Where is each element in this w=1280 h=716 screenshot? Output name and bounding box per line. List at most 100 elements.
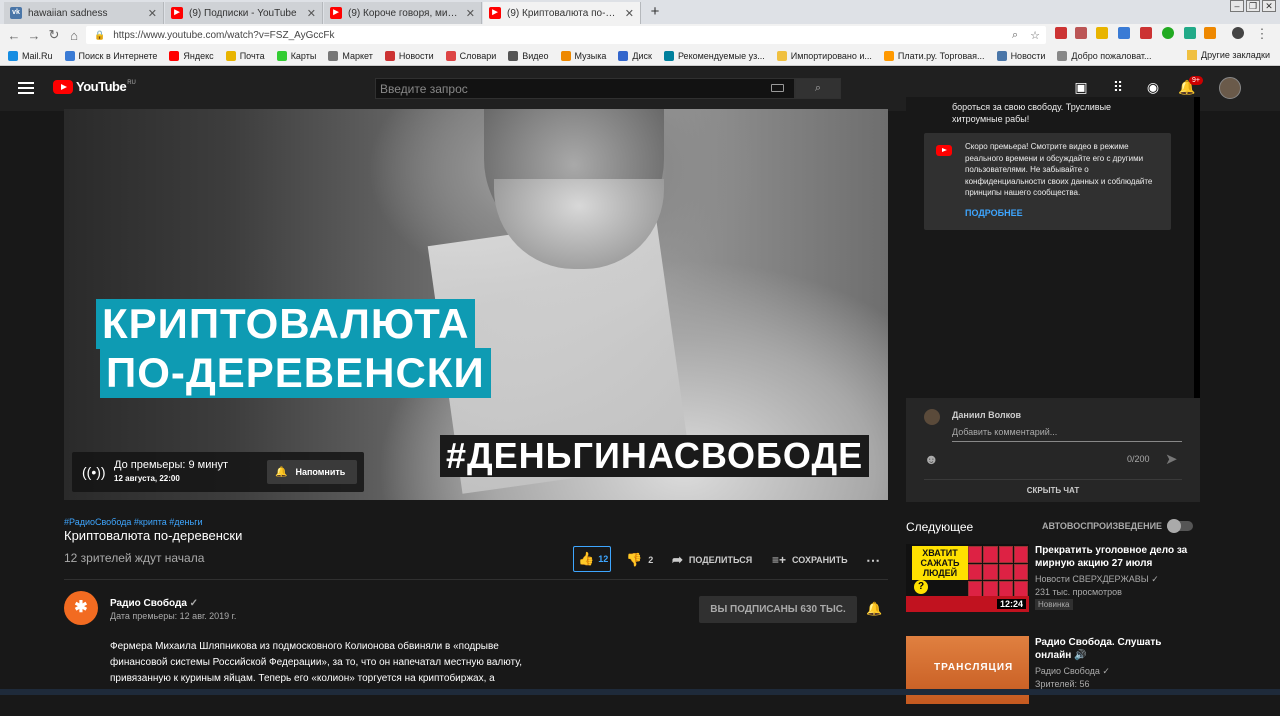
youtube-icon: ▶ xyxy=(171,7,183,19)
lock-icon: 🔒 xyxy=(94,29,106,40)
back-icon[interactable]: ← xyxy=(4,28,24,43)
apps-grid-icon[interactable]: ⠿ xyxy=(1108,79,1128,99)
menu-icon[interactable]: ⋮ xyxy=(1252,26,1272,42)
new-tab-button[interactable]: + xyxy=(646,4,664,20)
bookmark-item[interactable]: Поиск в Интернете xyxy=(64,50,157,61)
bookmark-item[interactable]: Музыка xyxy=(560,50,606,61)
question-icon: ? xyxy=(914,580,928,594)
video-hashtags[interactable]: #РадиоСвобода #крипта #деньги xyxy=(64,517,203,527)
recommended-video[interactable]: ХВАТИТ САЖАТЬ ЛЮДЕЙ ? 12:24 Прекратить у… xyxy=(906,544,1200,624)
char-count: 0/200 xyxy=(1127,454,1150,464)
bookmark-item[interactable]: Видео xyxy=(508,50,549,61)
bookmark-item[interactable]: Диск xyxy=(618,50,652,61)
search-button[interactable]: ⌕ xyxy=(795,78,841,99)
maximize-icon[interactable]: ❐ xyxy=(1246,0,1260,12)
input-underline xyxy=(952,441,1182,442)
video-duration: 12:24 xyxy=(996,599,1026,609)
video-player[interactable]: КРИПТОВАЛЮТА ПО-ДЕРЕВЕНСКИ #ДЕНЬГИНАСВОБ… xyxy=(64,109,888,500)
keyboard-icon[interactable] xyxy=(771,84,784,92)
emoji-icon[interactable]: ☻ xyxy=(924,451,939,467)
save-button[interactable]: ≡+ СОХРАНИТЬ xyxy=(772,547,848,573)
extension-icon[interactable] xyxy=(1204,27,1216,39)
bookmark-item[interactable]: Словари xyxy=(445,50,496,61)
recommended-title[interactable]: Прекратить уголовное дело за мирную акци… xyxy=(1035,544,1200,570)
close-tab-icon[interactable]: ✕ xyxy=(466,7,475,20)
avatar[interactable] xyxy=(1219,77,1241,99)
bookmark-item[interactable]: Рекомендуемые уз... xyxy=(663,50,765,61)
more-actions-button[interactable]: ⋯ xyxy=(866,547,880,573)
recommended-title[interactable]: Радио Свобода. Слушать онлайн 🔊 xyxy=(1035,636,1200,662)
browser-tab[interactable]: vk hawaiian sadness ✕ xyxy=(4,2,164,24)
minimize-icon[interactable]: – xyxy=(1230,0,1244,12)
waiting-count: 12 зрителей ждут начала xyxy=(64,551,205,565)
browser-tab[interactable]: ▶ (9) Подписки - YouTube ✕ xyxy=(165,2,323,24)
subscribed-button[interactable]: ВЫ ПОДПИСАНЫ 630 ТЫС. xyxy=(699,596,857,623)
overlay-hashtag: #ДЕНЬГИНАСВОБОДЕ xyxy=(440,435,870,477)
bookmark-item[interactable]: Плати.ру. Торговая... xyxy=(883,50,985,61)
extension-icon[interactable] xyxy=(1118,27,1130,39)
channel-bell-icon[interactable]: 🔔 xyxy=(866,601,882,617)
channel-avatar[interactable]: ✱ xyxy=(64,591,98,625)
close-tab-icon[interactable]: ✕ xyxy=(148,7,157,20)
browser-tab[interactable]: ▶ (9) Короче говоря, миллионы ✕ xyxy=(324,2,482,24)
bookmark-item[interactable]: Яндекс xyxy=(169,50,214,61)
thumbnail-headline: ХВАТИТ САЖАТЬ ЛЮДЕЙ xyxy=(912,546,968,580)
bookmark-item[interactable]: Новости xyxy=(384,50,434,61)
bookmark-item[interactable]: Карты xyxy=(276,50,316,61)
video-description: Фермера Михаила Шляпникова из подмосковн… xyxy=(110,641,523,684)
extension-icon[interactable] xyxy=(1096,27,1108,39)
extension-icon[interactable] xyxy=(1055,27,1067,39)
bookmark-item[interactable]: Mail.Ru xyxy=(8,50,53,61)
send-icon[interactable]: ➤ xyxy=(1165,450,1178,468)
close-tab-icon[interactable]: ✕ xyxy=(307,7,316,20)
search-input[interactable]: Введите запрос xyxy=(375,78,795,99)
zoom-icon[interactable]: ⌕ xyxy=(1012,29,1018,42)
bookmark-item[interactable]: Добро пожаловат... xyxy=(1057,50,1152,61)
extension-icon[interactable] xyxy=(1075,27,1087,39)
bookmark-folder[interactable]: Импортировано и... xyxy=(776,50,872,61)
bookmark-item[interactable]: Маркет xyxy=(328,50,373,61)
profile-avatar[interactable] xyxy=(1232,27,1244,39)
other-bookmarks[interactable]: Другие закладки xyxy=(1187,50,1270,60)
messages-icon[interactable]: ◉ xyxy=(1143,79,1163,99)
video-thumbnail[interactable]: ХВАТИТ САЖАТЬ ЛЮДЕЙ ? 12:24 xyxy=(906,544,1029,612)
notice-text: Скоро премьера! Смотрите видео в режиме … xyxy=(965,142,1153,197)
bookmarks-bar: Mail.Ru Поиск в Интернете Яндекс Почта К… xyxy=(0,46,1280,66)
dislike-button[interactable]: 👎 2 xyxy=(626,547,653,573)
up-next-label: Следующее xyxy=(906,520,974,534)
extension-icon[interactable] xyxy=(1184,27,1196,39)
like-button[interactable]: 👍 12 xyxy=(573,546,611,572)
extension-icon[interactable] xyxy=(1162,27,1174,39)
reload-icon[interactable]: ↻ xyxy=(44,27,64,43)
youtube-logo[interactable]: YouTube RU xyxy=(53,80,136,94)
thumbnail-headline: ТРАНСЛЯЦИЯ xyxy=(934,662,1014,673)
chat-input[interactable]: Добавить комментарий... xyxy=(952,427,1057,437)
autoplay-label: АВТОВОСПРОИЗВЕДЕНИЕ xyxy=(1042,521,1163,531)
bookmark-item[interactable]: Новости xyxy=(996,50,1045,61)
url-field[interactable]: 🔒 https://www.youtube.com/watch?v=FSZ_Ay… xyxy=(86,26,1046,44)
avatar xyxy=(924,409,940,425)
video-title: Криптовалюта по-деревенски xyxy=(64,528,243,543)
remind-button[interactable]: 🔔 Напомнить xyxy=(267,460,357,484)
youtube-play-icon xyxy=(53,80,73,94)
forward-icon[interactable]: → xyxy=(24,28,44,43)
thumbs-up-icon: 👍 xyxy=(578,551,595,566)
bookmark-item[interactable]: Почта xyxy=(225,50,265,61)
autoplay-toggle[interactable] xyxy=(1167,519,1193,533)
youtube-icon: ▶ xyxy=(330,7,342,19)
browser-tab-active[interactable]: ▶ (9) Криптовалюта по-деревенс ✕ xyxy=(483,2,641,24)
extension-icon[interactable] xyxy=(1140,27,1152,39)
close-tab-icon[interactable]: ✕ xyxy=(625,7,634,20)
close-window-icon[interactable]: ✕ xyxy=(1262,0,1276,12)
share-button[interactable]: ➦ ПОДЕЛИТЬСЯ xyxy=(672,547,752,573)
address-bar: ← → ↻ ⌂ 🔒 https://www.youtube.com/watch?… xyxy=(0,24,1280,46)
tab-title: (9) Короче говоря, миллионы xyxy=(348,7,460,19)
home-icon[interactable]: ⌂ xyxy=(64,28,84,43)
learn-more-link[interactable]: ПОДРОБНЕЕ xyxy=(965,208,1023,218)
hamburger-menu-icon[interactable] xyxy=(18,82,34,97)
hide-chat-button[interactable]: СКРЫТЬ ЧАТ xyxy=(906,486,1200,495)
channel-name[interactable]: Радио Свобода ✓ xyxy=(110,598,198,609)
create-video-icon[interactable]: ▣ xyxy=(1071,79,1091,99)
bookmark-star-icon[interactable]: ☆ xyxy=(1030,29,1040,42)
recommended-video[interactable]: ТРАНСЛЯЦИЯ Радио Свобода. Слушать онлайн… xyxy=(906,636,1200,716)
